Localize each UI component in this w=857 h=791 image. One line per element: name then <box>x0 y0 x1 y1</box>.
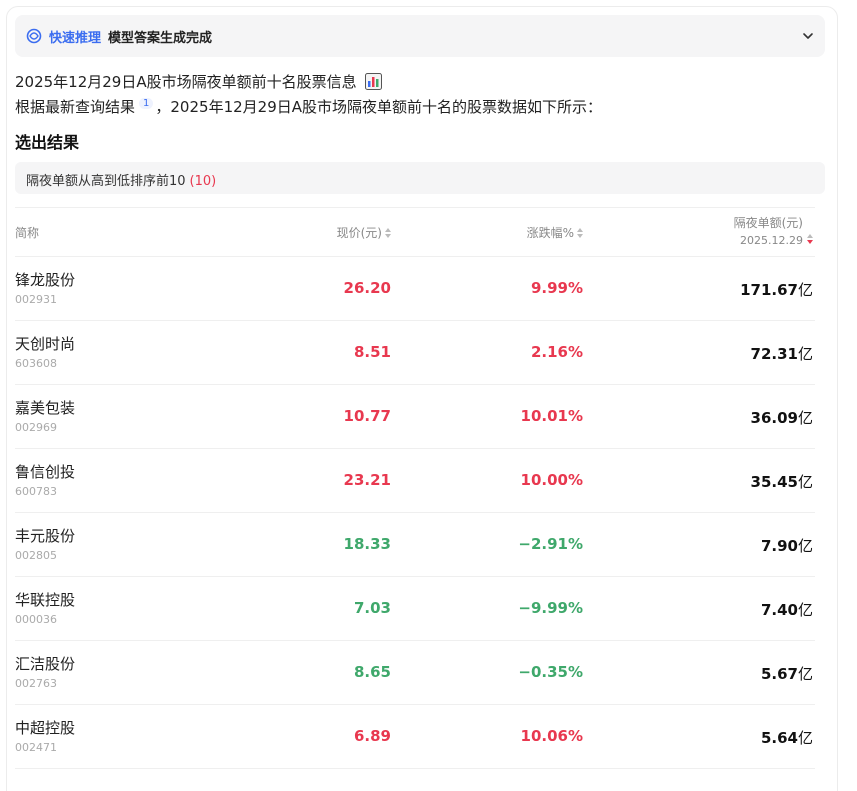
overnight-amount-value: 7.90 <box>760 537 798 555</box>
header-change-label: 涨跌幅% <box>526 226 574 240</box>
stock-price: 6.89 <box>353 727 391 745</box>
overnight-amount: 35.45亿 <box>751 471 813 492</box>
overnight-amount-unit: 亿 <box>797 537 813 555</box>
answer-heading-text: 2025年12月29日A股市场隔夜单额前十名股票信息 <box>15 73 357 91</box>
filter-condition[interactable]: 隔夜单额从高到低排序前10 (10) <box>15 162 825 194</box>
sort-desc-icon[interactable] <box>807 234 813 244</box>
result-title: 选出结果 <box>15 133 80 152</box>
overnight-amount: 36.09亿 <box>751 407 813 428</box>
stock-name[interactable]: 嘉美包装 <box>15 397 75 418</box>
filter-label: 隔夜单额从高到低排序前10 <box>26 174 186 189</box>
table-row[interactable]: 天创时尚 603608 8.51 2.16% 72.31亿 <box>15 321 815 385</box>
stock-change: 10.01% <box>520 407 583 425</box>
overnight-amount: 7.90亿 <box>761 535 813 556</box>
stock-change: −9.99% <box>518 599 583 617</box>
overnight-amount-unit: 亿 <box>797 345 813 363</box>
overnight-amount-value: 7.40 <box>760 601 798 619</box>
stock-change: −0.35% <box>518 663 583 681</box>
stock-price: 8.65 <box>353 663 391 681</box>
stock-code: 002969 <box>15 421 57 434</box>
answer-heading: 2025年12月29日A股市场隔夜单额前十名股票信息 <box>15 71 383 92</box>
table-row[interactable]: 鲁信创投 600783 23.21 10.00% 35.45亿 <box>15 449 815 513</box>
table-header: 简称 现价(元) 涨跌幅% 隔夜单额(元) 2025.12.29 <box>15 207 815 257</box>
overnight-amount: 5.64亿 <box>761 727 813 748</box>
filter-text: 隔夜单额从高到低排序前10 (10) <box>26 170 216 189</box>
stock-code: 002471 <box>15 741 57 754</box>
stock-code: 002931 <box>15 293 57 306</box>
stock-code: 600783 <box>15 485 57 498</box>
stock-price: 23.21 <box>343 471 391 489</box>
header-price-label: 现价(元) <box>336 226 382 240</box>
reasoning-status-banner[interactable]: 快速推理 模型答案生成完成 <box>15 15 825 57</box>
bar-chart-icon <box>365 73 383 90</box>
overnight-amount-value: 5.64 <box>760 729 798 747</box>
stock-code: 000036 <box>15 613 57 626</box>
chevron-down-icon[interactable] <box>801 29 815 43</box>
intro-text-before: 根据最新查询结果 <box>15 98 136 116</box>
stock-name[interactable]: 天创时尚 <box>15 333 75 354</box>
stock-change: 10.00% <box>520 471 583 489</box>
stock-change: −2.91% <box>518 535 583 553</box>
stock-table: 简称 现价(元) 涨跌幅% 隔夜单额(元) 2025.12.29 锋龙股份 002… <box>15 207 815 769</box>
stock-code: 002763 <box>15 677 57 690</box>
header-price[interactable]: 现价(元) <box>337 224 391 241</box>
stock-change: 10.06% <box>520 727 583 745</box>
stock-name[interactable]: 丰元股份 <box>15 525 75 546</box>
table-row[interactable]: 华联控股 000036 7.03 −9.99% 7.40亿 <box>15 577 815 641</box>
overnight-amount-unit: 亿 <box>797 473 813 491</box>
status-label: 模型答案生成完成 <box>108 31 213 46</box>
stock-price: 26.20 <box>343 279 391 297</box>
sparkle-icon <box>26 28 42 44</box>
table-row[interactable]: 嘉美包装 002969 10.77 10.01% 36.09亿 <box>15 385 815 449</box>
answer-intro: 根据最新查询结果 1 ，2025年12月29日A股市场隔夜单额前十名的股票数据如下所… <box>15 96 602 117</box>
overnight-amount: 171.67亿 <box>740 279 813 300</box>
overnight-amount: 72.31亿 <box>751 343 813 364</box>
overnight-amount-unit: 亿 <box>797 601 813 619</box>
header-name: 简称 <box>15 226 40 240</box>
overnight-amount-value: 72.31 <box>750 345 798 363</box>
filter-count: (10) <box>189 174 217 189</box>
overnight-amount: 7.40亿 <box>761 599 813 620</box>
stock-name[interactable]: 华联控股 <box>15 589 75 610</box>
overnight-amount-value: 36.09 <box>750 409 798 427</box>
stock-code: 002805 <box>15 549 57 562</box>
table-row[interactable]: 锋龙股份 002931 26.20 9.99% 171.67亿 <box>15 257 815 321</box>
stock-change: 9.99% <box>530 279 583 297</box>
stock-name[interactable]: 中超控股 <box>15 717 75 738</box>
table-row[interactable]: 丰元股份 002805 18.33 −2.91% 7.90亿 <box>15 513 815 577</box>
stock-price: 18.33 <box>343 535 391 553</box>
overnight-amount-unit: 亿 <box>797 729 813 747</box>
table-body: 锋龙股份 002931 26.20 9.99% 171.67亿 天创时尚 603608 8.5… <box>15 257 815 769</box>
header-change[interactable]: 涨跌幅% <box>527 224 583 241</box>
header-amount-date: 2025.12.29 <box>740 234 803 247</box>
overnight-amount-unit: 亿 <box>797 665 813 683</box>
header-amount-label: 隔夜单额(元) <box>733 216 803 230</box>
sort-icon[interactable] <box>385 228 391 238</box>
intro-text-after: ，2025年12月29日A股市场隔夜单额前十名的股票数据如下所示： <box>155 98 603 116</box>
citation-badge[interactable]: 1 <box>139 98 154 109</box>
overnight-amount: 5.67亿 <box>761 663 813 684</box>
overnight-amount-value: 5.67 <box>760 665 798 683</box>
table-row[interactable]: 中超控股 002471 6.89 10.06% 5.64亿 <box>15 705 815 769</box>
overnight-amount-unit: 亿 <box>797 281 813 299</box>
stock-code: 603608 <box>15 357 57 370</box>
overnight-amount-value: 35.45 <box>750 473 798 491</box>
stock-name[interactable]: 鲁信创投 <box>15 461 75 482</box>
overnight-amount-unit: 亿 <box>797 409 813 427</box>
stock-name[interactable]: 锋龙股份 <box>15 269 75 290</box>
stock-price: 7.03 <box>353 599 391 617</box>
sort-icon[interactable] <box>577 228 583 238</box>
stock-price: 10.77 <box>343 407 391 425</box>
table-row[interactable]: 汇洁股份 002763 8.65 −0.35% 5.67亿 <box>15 641 815 705</box>
overnight-amount-value: 171.67 <box>740 281 798 299</box>
stock-name[interactable]: 汇洁股份 <box>15 653 75 674</box>
header-amount[interactable]: 隔夜单额(元) 2025.12.29 <box>733 214 813 247</box>
stock-change: 2.16% <box>530 343 583 361</box>
mode-label: 快速推理 <box>49 31 102 46</box>
stock-price: 8.51 <box>353 343 391 361</box>
